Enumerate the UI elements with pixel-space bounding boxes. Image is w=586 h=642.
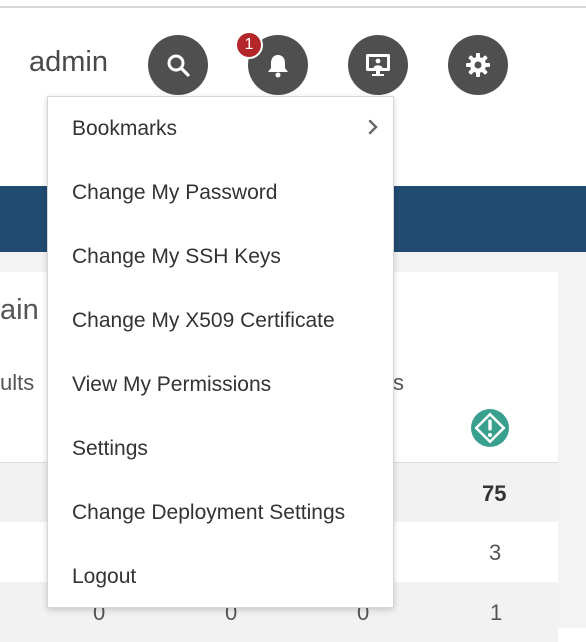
card-title-partial: ain — [0, 294, 39, 326]
menu-item-change-x509-certificate[interactable]: Change My X509 Certificate — [48, 289, 393, 353]
gear-icon — [466, 53, 490, 77]
column-label-partial: s — [393, 370, 404, 395]
bell-icon — [268, 55, 288, 78]
menu-item-label: Bookmarks — [72, 117, 178, 140]
menu-item-settings[interactable]: Settings — [48, 417, 393, 481]
menu-item-logout[interactable]: Logout — [48, 545, 393, 609]
monitor-icon — [366, 54, 390, 76]
alert-diamond-icon — [471, 409, 509, 447]
search-button[interactable] — [148, 35, 208, 95]
notification-badge[interactable]: 1 — [235, 31, 263, 59]
menu-item-bookmarks[interactable]: Bookmarks — [48, 97, 393, 161]
username-label[interactable]: admin — [29, 46, 108, 79]
search-icon — [167, 54, 190, 77]
menu-item-label: Change Deployment Settings — [72, 501, 346, 524]
menu-item-label: Change My Password — [72, 181, 278, 204]
column-label-partial: ults — [0, 370, 35, 395]
menu-item-view-permissions[interactable]: View My Permissions — [48, 353, 393, 417]
menu-item-change-ssh-keys[interactable]: Change My SSH Keys — [48, 225, 393, 289]
menu-item-label: Logout — [72, 565, 137, 588]
menu-item-change-deployment-settings[interactable]: Change Deployment Settings — [48, 481, 393, 545]
menu-item-change-password[interactable]: Change My Password — [48, 161, 393, 225]
menu-item-label: Settings — [72, 437, 148, 460]
user-dropdown-menu: Bookmarks Change My Password Change My S… — [47, 96, 394, 608]
menu-item-label: Change My X509 Certificate — [72, 309, 335, 332]
menu-item-label: Change My SSH Keys — [72, 245, 281, 268]
display-button[interactable] — [348, 35, 408, 95]
chevron-right-icon — [368, 119, 378, 135]
menu-item-label: View My Permissions — [72, 373, 272, 396]
table-cell: 1 — [490, 600, 503, 625]
table-cell: 3 — [489, 540, 502, 565]
table-cell: 75 — [482, 481, 507, 506]
settings-button[interactable] — [448, 35, 508, 95]
